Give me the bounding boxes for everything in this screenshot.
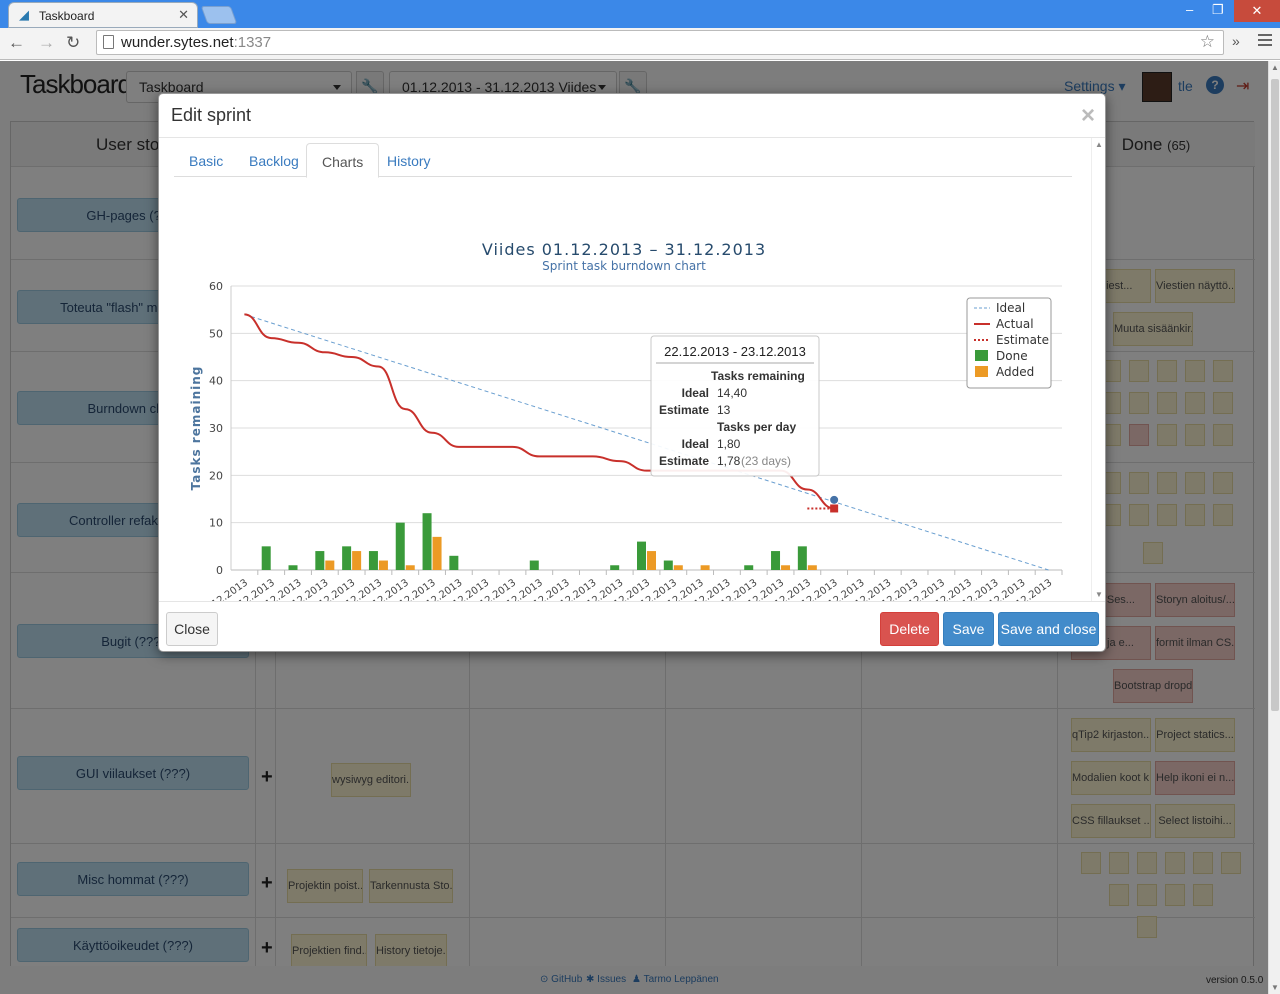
tooltip-value: 1,80 [717, 437, 741, 451]
tab-title: Taskboard [39, 9, 95, 23]
delete-button[interactable]: Delete [880, 612, 939, 646]
modal-title: Edit sprint [171, 105, 252, 125]
scroll-up-icon[interactable]: ▲ [1271, 63, 1279, 72]
bar-done [315, 551, 325, 570]
bookmark-star-icon[interactable]: ☆ [1200, 32, 1215, 52]
bar-done [368, 551, 378, 570]
bar-added [807, 565, 817, 570]
legend-color-swatch [975, 366, 988, 377]
app-favicon-icon: ◢ [19, 7, 29, 22]
estimate-marker [830, 504, 839, 513]
bar-done [422, 513, 432, 570]
tooltip-days: (23 days) [741, 454, 791, 468]
close-window-icon[interactable]: ✕ [1234, 0, 1280, 22]
bar-done [288, 565, 298, 570]
tooltip-section-title: Tasks per day [717, 420, 796, 434]
scroll-down-icon[interactable]: ▼ [1271, 983, 1279, 992]
y-tick-label: 50 [209, 327, 223, 340]
reload-icon[interactable]: ↻ [66, 33, 80, 53]
page-icon [103, 35, 114, 49]
y-tick-label: 0 [216, 564, 223, 577]
bar-done [449, 555, 459, 570]
tab-charts[interactable]: Charts [306, 143, 380, 178]
save-and-close-button[interactable]: Save and close [998, 612, 1099, 646]
bar-added [647, 551, 656, 570]
url-port: :1337 [233, 34, 272, 51]
modal-scrollbar[interactable]: ▲ ▼ [1091, 138, 1105, 601]
bar-done [637, 541, 646, 570]
tooltip-value: 1,78 [717, 454, 741, 468]
tooltip-label: Estimate [659, 403, 709, 417]
bar-done [610, 565, 620, 570]
ideal-marker [830, 495, 839, 504]
bar-added [700, 565, 710, 570]
browser-tab[interactable]: ◢ Taskboard ✕ [8, 2, 198, 28]
tooltip-label: Ideal [682, 437, 709, 451]
bar-done [797, 546, 807, 570]
bar-done [395, 522, 405, 570]
bar-done [342, 546, 352, 570]
page-scrollbar[interactable]: ▲ ▼ [1268, 61, 1280, 994]
legend-label: Added [996, 365, 1034, 379]
tab-backlog[interactable]: Backlog [234, 143, 314, 178]
scroll-down-icon[interactable]: ▼ [1095, 590, 1103, 599]
chart-subtitle: Sprint task burndown chart [542, 259, 706, 273]
modal-body: Basic Backlog Charts History Viides 01.1… [159, 138, 1105, 601]
edit-sprint-modal: Edit sprint × Basic Backlog Charts Histo… [158, 93, 1106, 652]
y-tick-label: 30 [209, 422, 223, 435]
tooltip-value: 13 [717, 403, 731, 417]
bar-added [781, 565, 791, 570]
minimize-icon[interactable]: – [1186, 2, 1193, 17]
bar-done [529, 560, 539, 570]
save-button[interactable]: Save [943, 612, 994, 646]
bar-done [261, 546, 271, 570]
bar-added [405, 565, 415, 570]
bar-added [352, 551, 362, 570]
bar-done [663, 560, 673, 570]
maximize-icon[interactable]: ❐ [1212, 2, 1224, 18]
browser-tabstrip: ◢ Taskboard ✕ – ❐ ✕ [0, 0, 1280, 28]
tab-history[interactable]: History [372, 143, 446, 178]
browser-menu-icon[interactable] [1258, 34, 1272, 49]
extensions-chevron-icon[interactable]: » [1232, 33, 1240, 49]
scrollbar-thumb[interactable] [1271, 79, 1279, 711]
tooltip-section-title: Tasks remaining [711, 369, 805, 383]
url-host: wunder.sytes.net [121, 34, 234, 51]
y-tick-label: 40 [209, 375, 223, 388]
legend-label: Done [996, 349, 1028, 363]
legend-label: Ideal [996, 301, 1025, 315]
modal-tabs: Basic Backlog Charts History [174, 143, 1072, 178]
tooltip-label: Ideal [682, 386, 709, 400]
bar-done [771, 551, 781, 570]
modal-footer: Close Delete Save Save and close [159, 601, 1105, 651]
bar-added [325, 560, 335, 570]
chart-title: Viides 01.12.2013 – 31.12.2013 [482, 240, 766, 259]
ideal-line [244, 313, 1049, 571]
legend-label: Estimate [996, 333, 1049, 347]
burndown-chart: Viides 01.12.2013 – 31.12.2013Sprint tas… [189, 240, 1063, 601]
tooltip-header: 22.12.2013 - 23.12.2013 [664, 344, 806, 359]
close-tab-icon[interactable]: ✕ [178, 7, 189, 23]
new-tab-button[interactable] [200, 6, 238, 24]
address-bar[interactable]: wunder.sytes.net:1337 ☆ [96, 30, 1224, 55]
forward-icon[interactable]: → [38, 33, 55, 53]
modal-header: Edit sprint × [159, 94, 1105, 138]
back-icon[interactable]: ← [8, 33, 25, 53]
bar-added [673, 565, 683, 570]
bar-done [744, 565, 754, 570]
close-icon[interactable]: × [1081, 102, 1095, 130]
scroll-up-icon[interactable]: ▲ [1095, 140, 1103, 149]
y-axis-label: Tasks remaining [189, 366, 203, 491]
legend-label: Actual [996, 317, 1034, 331]
bar-added [378, 560, 388, 570]
y-tick-label: 20 [209, 469, 223, 482]
tooltip-label: Estimate [659, 454, 709, 468]
y-tick-label: 60 [209, 280, 223, 293]
y-tick-label: 10 [209, 517, 223, 530]
tab-basic[interactable]: Basic [174, 143, 238, 178]
bar-added [432, 536, 442, 570]
legend-color-swatch [975, 350, 988, 361]
tooltip-value: 14,40 [717, 386, 747, 400]
close-button[interactable]: Close [166, 612, 218, 646]
